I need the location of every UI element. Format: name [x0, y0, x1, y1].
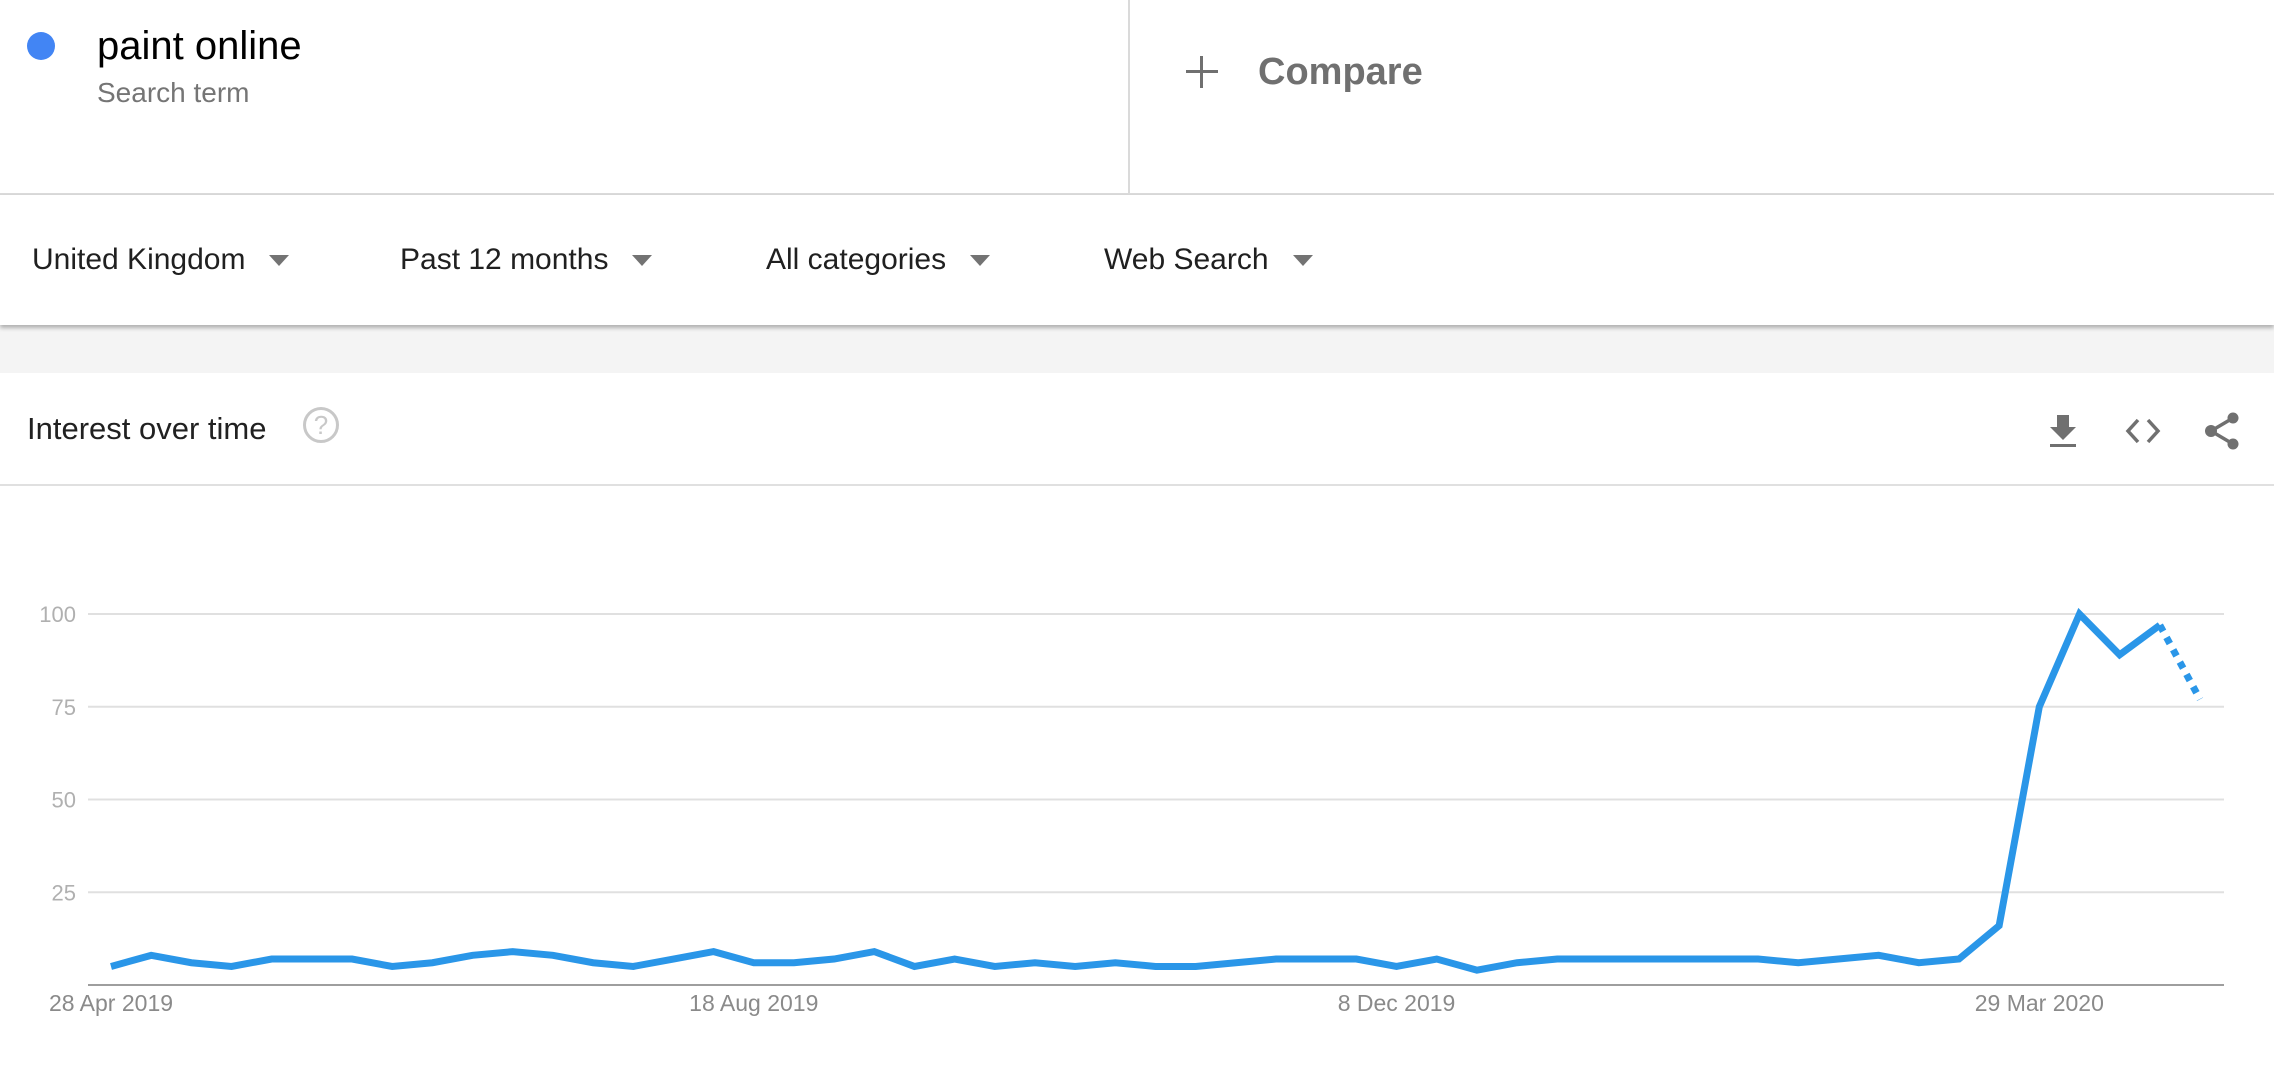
region-filter-label: United Kingdom [32, 243, 246, 276]
filter-bar: United Kingdom Past 12 months All catego… [0, 195, 2274, 325]
x-tick-label: 29 Mar 2020 [1975, 990, 2104, 1016]
y-tick-label-50: 50 [52, 788, 76, 813]
search-type-filter-label: Web Search [1104, 243, 1269, 276]
y-tick-label-25: 25 [52, 880, 76, 905]
caret-down-icon [970, 254, 991, 266]
region-filter[interactable]: United Kingdom [32, 195, 290, 325]
search-type-filter[interactable]: Web Search [1104, 195, 1313, 325]
x-tick-label: 28 Apr 2019 [49, 990, 173, 1016]
series-line-partial [2156, 623, 2204, 701]
category-filter-label: All categories [766, 243, 947, 276]
time-range-filter[interactable]: Past 12 months [400, 195, 653, 325]
caret-down-icon [632, 254, 653, 266]
x-tick-label: 8 Dec 2019 [1338, 990, 1456, 1016]
y-tick-label-75: 75 [52, 695, 76, 720]
series-line-solid [110, 607, 2162, 974]
caret-down-icon [1292, 254, 1313, 266]
y-tick-label-100: 100 [39, 602, 76, 627]
category-filter[interactable]: All categories [766, 195, 991, 325]
interest-line-chart: 25 50 75 100 28 Apr 2019 18 Aug 2019 8 Dec 20… [39, 602, 2224, 1016]
caret-down-icon [269, 254, 290, 266]
x-tick-label: 18 Aug 2019 [689, 990, 818, 1016]
time-range-filter-label: Past 12 months [400, 243, 609, 276]
